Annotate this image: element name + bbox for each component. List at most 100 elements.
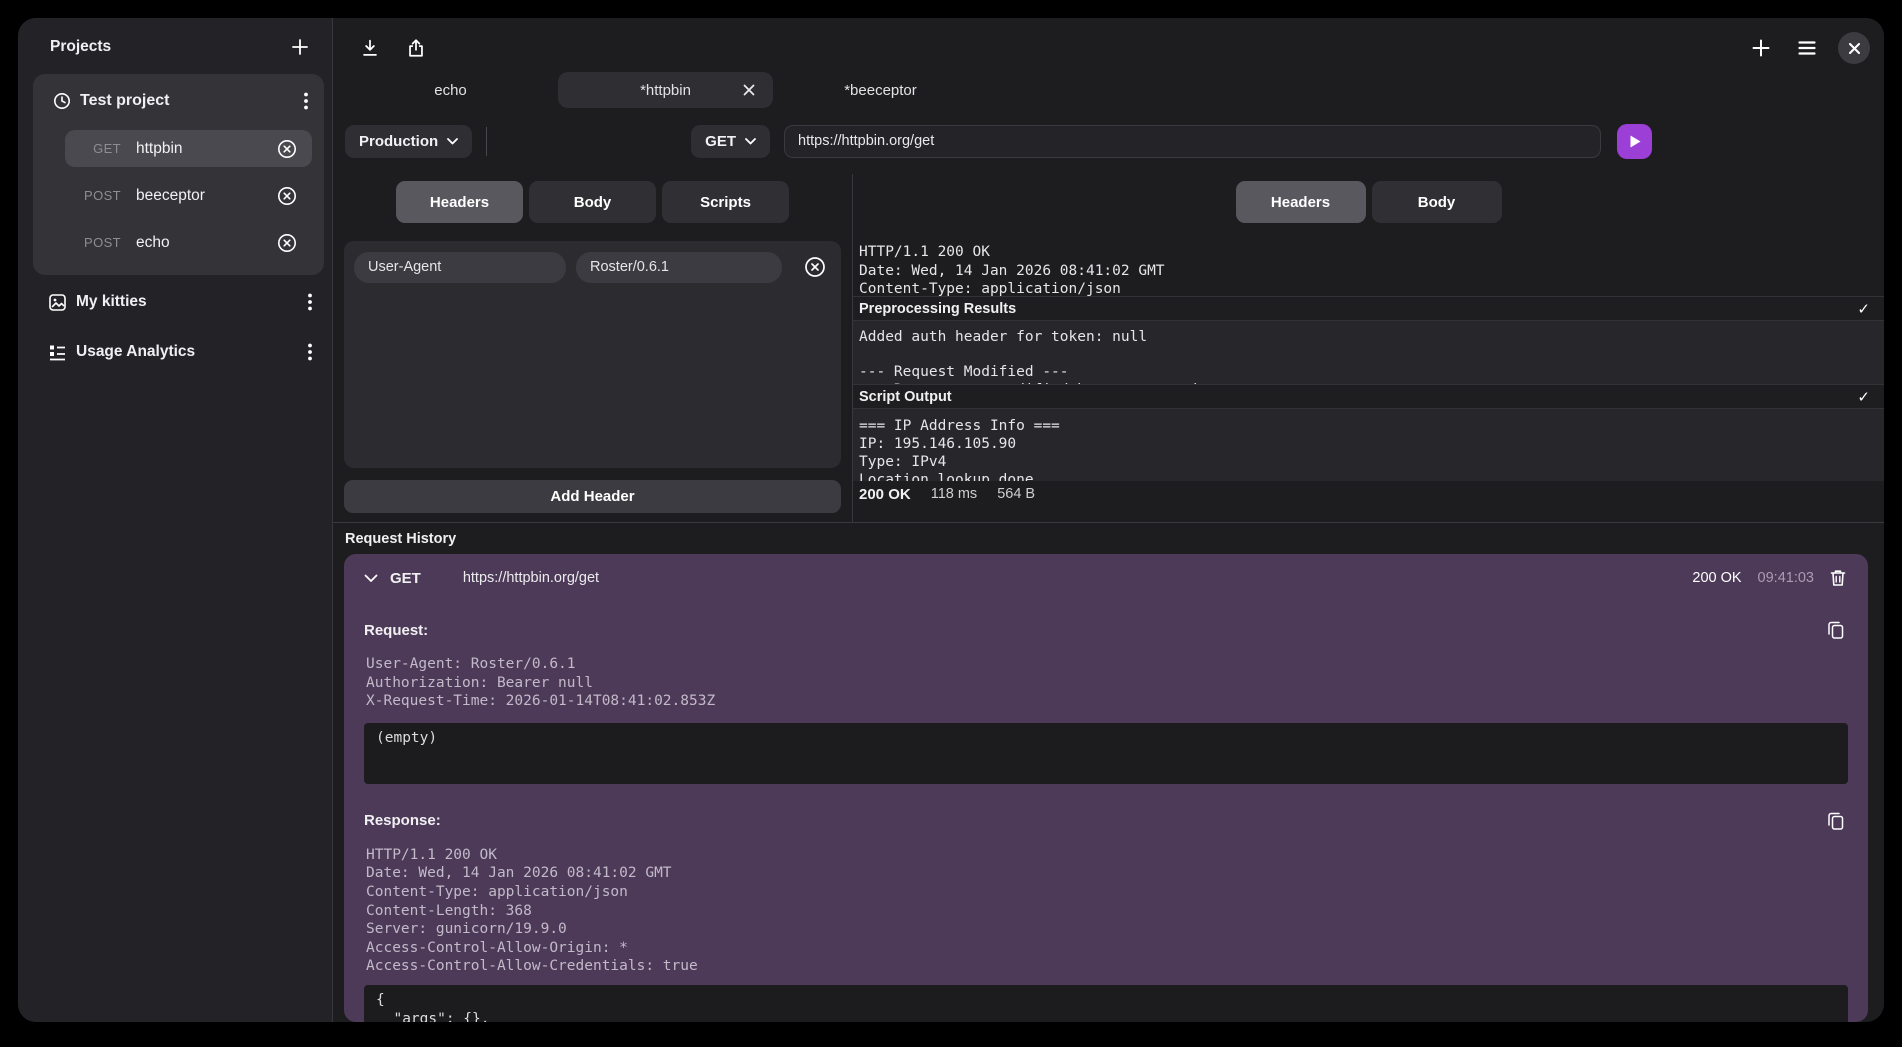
status-time: 118 ms	[931, 486, 977, 502]
remove-circle-icon	[803, 255, 827, 279]
sidebar-header: Projects	[18, 18, 332, 72]
send-request-button[interactable]	[1617, 124, 1652, 159]
history-response-body: { "args": {}, "headers": {	[364, 985, 1848, 1022]
preprocessing-title: Preprocessing Results	[859, 301, 1016, 317]
tab-beeceptor[interactable]: *beeceptor	[773, 72, 988, 108]
environment-label: Production	[359, 133, 438, 150]
response-status-row: 200 OK 118 ms 564 B	[853, 481, 1884, 507]
remove-circle-icon	[276, 138, 298, 160]
status-size: 564 B	[997, 486, 1035, 502]
method-selector[interactable]: GET	[691, 125, 770, 158]
clock-icon	[53, 92, 71, 110]
image-icon	[49, 294, 66, 311]
history-response-headers: HTTP/1.1 200 OK Date: Wed, 14 Jan 2026 0…	[366, 846, 1848, 976]
tab-label: *beeceptor	[844, 82, 917, 99]
trash-icon	[1830, 569, 1846, 587]
request-name-label: httpbin	[136, 140, 183, 158]
check-icon: ✓	[1857, 388, 1870, 406]
play-icon	[1628, 134, 1642, 149]
sidebar-item-httpbin[interactable]: GET httpbin	[65, 130, 312, 167]
share-icon	[405, 37, 427, 59]
response-panel-tabs: Headers Body	[853, 181, 1884, 223]
sidebar-item-beeceptor[interactable]: POST beeceptor	[65, 177, 312, 214]
tab-echo[interactable]: echo	[343, 72, 558, 108]
x-icon	[743, 84, 755, 96]
remove-circle-icon	[276, 232, 298, 254]
close-tab-button[interactable]	[739, 80, 759, 100]
tab-response-headers[interactable]: Headers	[1236, 181, 1366, 223]
import-button[interactable]	[355, 33, 385, 63]
kebab-icon	[304, 92, 308, 110]
environment-selector[interactable]: Production	[345, 125, 472, 158]
header-key-input[interactable]	[354, 252, 566, 283]
history-method: GET	[390, 570, 421, 587]
folder-menu-button[interactable]	[304, 289, 316, 315]
remove-request-button[interactable]	[272, 181, 302, 211]
request-label: Request:	[364, 622, 428, 639]
preprocessing-section-bar[interactable]: Preprocessing Results ✓	[853, 296, 1884, 321]
copy-response-button[interactable]	[1824, 808, 1848, 834]
request-method-label: GET	[73, 141, 121, 156]
folder-menu-button[interactable]	[304, 339, 316, 365]
kebab-icon	[308, 343, 312, 361]
copy-icon	[1828, 621, 1844, 639]
response-headers-text: HTTP/1.1 200 OK Date: Wed, 14 Jan 2026 0…	[853, 243, 1884, 296]
history-time: 09:41:03	[1758, 570, 1814, 586]
chevron-down-icon	[447, 138, 458, 145]
remove-request-button[interactable]	[272, 134, 302, 164]
chevron-down-icon[interactable]	[364, 574, 378, 583]
new-tab-button[interactable]	[1746, 33, 1776, 63]
tab-response-body[interactable]: Body	[1372, 181, 1502, 223]
remove-request-button[interactable]	[272, 228, 302, 258]
remove-circle-icon	[276, 185, 298, 207]
sidebar-item-my-kitties[interactable]: My kitties	[18, 279, 332, 325]
check-icon: ✓	[1857, 300, 1870, 318]
tab-request-body[interactable]: Body	[529, 181, 656, 223]
history-entry-header[interactable]: GET https://httpbin.org/get 200 OK 09:41…	[364, 554, 1848, 602]
menu-button[interactable]	[1792, 33, 1822, 63]
export-button[interactable]	[401, 33, 431, 63]
sidebar-item-usage-analytics[interactable]: Usage Analytics	[18, 329, 332, 375]
request-history-title: Request History	[344, 531, 1868, 547]
app-window: Projects Test project	[18, 18, 1884, 1022]
tab-label: echo	[434, 82, 467, 99]
kebab-icon	[308, 293, 312, 311]
project-name: Test project	[80, 92, 170, 110]
tab-request-headers[interactable]: Headers	[396, 181, 523, 223]
folder-name-label: Usage Analytics	[76, 343, 195, 361]
delete-history-button[interactable]	[1828, 567, 1848, 589]
plus-icon	[290, 37, 310, 57]
plus-icon	[1750, 37, 1772, 59]
request-method-label: POST	[73, 235, 121, 250]
tab-httpbin[interactable]: *httpbin	[558, 72, 773, 108]
editor-panels: Headers Body Scripts	[333, 174, 1884, 522]
top-toolbar	[333, 18, 1884, 68]
close-icon	[1848, 42, 1861, 55]
header-value-input[interactable]	[576, 252, 782, 283]
request-name-label: echo	[136, 234, 170, 252]
history-request-body: (empty)	[364, 723, 1848, 784]
script-output-section-bar[interactable]: Script Output ✓	[853, 384, 1884, 409]
tab-request-scripts[interactable]: Scripts	[662, 181, 789, 223]
url-input[interactable]	[784, 125, 1601, 158]
close-window-button[interactable]	[1838, 32, 1870, 64]
header-row	[354, 251, 831, 283]
history-entry: GET https://httpbin.org/get 200 OK 09:41…	[344, 554, 1868, 1022]
remove-header-button[interactable]	[799, 251, 831, 283]
sidebar-item-echo[interactable]: POST echo	[65, 224, 312, 261]
preprocessing-output: Added auth header for token: null --- Re…	[853, 321, 1884, 384]
toolbar-divider	[486, 127, 487, 156]
copy-icon	[1828, 812, 1844, 830]
copy-request-button[interactable]	[1824, 617, 1848, 643]
project-menu-button[interactable]	[300, 88, 312, 114]
add-project-button[interactable]	[286, 33, 314, 61]
method-label: GET	[705, 133, 736, 150]
response-label: Response:	[364, 812, 441, 829]
document-tabstrip: echo *httpbin *beeceptor	[333, 68, 1884, 114]
script-output-title: Script Output	[859, 389, 952, 405]
project-group-header[interactable]: Test project	[41, 82, 316, 120]
request-panel-tabs: Headers Body Scripts	[333, 181, 852, 223]
script-output-text: === IP Address Info === IP: 195.146.105.…	[853, 409, 1884, 481]
history-url: https://httpbin.org/get	[463, 570, 599, 586]
add-header-button[interactable]: Add Header	[344, 480, 841, 513]
